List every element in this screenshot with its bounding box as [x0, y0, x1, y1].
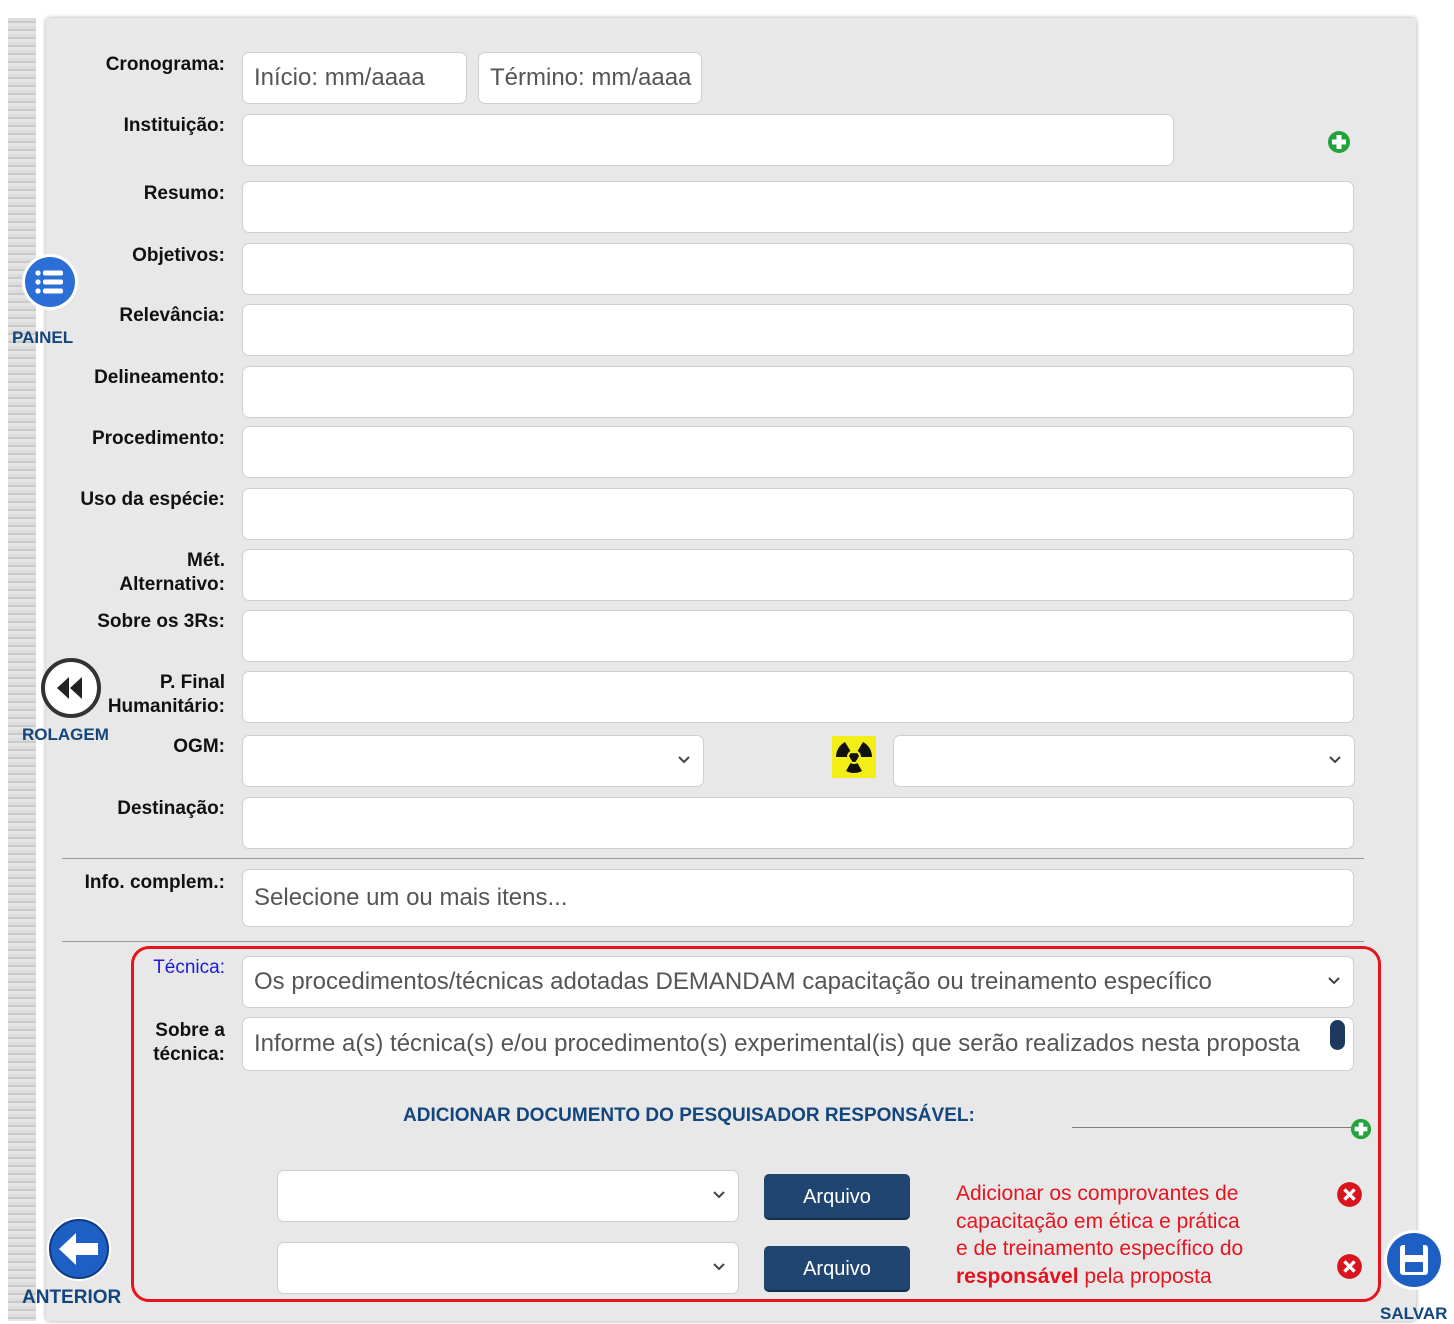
metodo-alternativo-input[interactable] [242, 549, 1354, 601]
painel-button[interactable]: PAINEL [12, 252, 94, 352]
procedimento-input[interactable] [242, 426, 1354, 478]
note-tail: pela proposta [1078, 1264, 1212, 1288]
save-icon [1384, 1230, 1444, 1290]
salvar-label: SALVAR [1380, 1304, 1448, 1323]
divider-2 [62, 941, 1364, 942]
sobre-tecnica-label-2: técnica: [153, 1044, 225, 1065]
destinacao-input[interactable] [242, 797, 1354, 849]
note-line-3: e de treinamento específico do [956, 1237, 1244, 1260]
add-documento-label: ADICIONAR DOCUMENTO DO PESQUISADOR RESPO… [403, 1105, 975, 1126]
arquivo-button-1[interactable]: Arquivo [764, 1174, 910, 1220]
arquivo-button-2[interactable]: Arquivo [764, 1246, 910, 1292]
salvar-button[interactable]: SALVAR [1374, 1228, 1454, 1323]
add-instituicao-icon[interactable] [1327, 130, 1351, 154]
met-alt-label-2: Alternativo: [119, 574, 225, 595]
note-bold: responsável [956, 1264, 1079, 1288]
chevron-down-icon [1328, 977, 1340, 985]
rolagem-button[interactable]: ROLAGEM [22, 655, 132, 750]
uso-especie-label: Uso da espécie: [80, 489, 225, 510]
arrow-left-icon [47, 1217, 111, 1281]
radiation-icon [832, 736, 876, 778]
objetivos-label: Objetivos: [132, 245, 225, 266]
tecnica-label: Técnica: [153, 957, 225, 978]
painel-label: PAINEL [12, 328, 74, 347]
ponto-final-input[interactable] [242, 671, 1354, 723]
sobre-tecnica-text: Informe a(s) técnica(s) e/ou procediment… [254, 1030, 1300, 1057]
note-line-1: Adicionar os comprovantes de [956, 1182, 1239, 1205]
chevron-down-icon [713, 1263, 725, 1271]
ogm-label: OGM: [173, 736, 225, 757]
sobre-3rs-input[interactable] [242, 610, 1354, 662]
ogm-select[interactable] [242, 735, 704, 787]
remove-documento-icon-2[interactable] [1336, 1253, 1363, 1280]
uso-especie-input[interactable] [242, 488, 1354, 540]
textarea-scrollbar[interactable] [1330, 1020, 1345, 1050]
anterior-label: ANTERIOR [22, 1287, 122, 1308]
delineamento-label: Delineamento: [94, 367, 225, 388]
info-complem-multiselect[interactable]: Selecione um ou mais itens... [242, 869, 1354, 927]
procedimento-label: Procedimento: [91, 428, 225, 449]
note-line-2: capacitação em ética e prática [956, 1209, 1240, 1233]
divider-1 [62, 858, 1364, 859]
list-icon [22, 254, 78, 310]
remove-documento-icon-1[interactable] [1336, 1181, 1363, 1208]
documento-tipo-select-2[interactable] [277, 1242, 739, 1294]
info-complem-label: Info. complem.: [84, 872, 225, 893]
resumo-label: Resumo: [143, 183, 225, 204]
instituicao-input[interactable] [242, 114, 1174, 166]
pfinal-label-1: P. Final [159, 672, 225, 693]
met-alt-label-1: Mét. [187, 550, 225, 571]
instituicao-label: Instituição: [123, 115, 225, 136]
relevancia-input[interactable] [242, 304, 1354, 356]
rolagem-label: ROLAGEM [22, 725, 109, 744]
destinacao-label: Destinação: [117, 798, 225, 819]
add-documento-icon[interactable] [1350, 1118, 1372, 1140]
cronograma-label: Cronograma: [105, 54, 225, 75]
delineamento-input[interactable] [242, 366, 1354, 418]
termino-input[interactable]: Término: mm/aaaa [478, 52, 702, 104]
documento-tipo-select-1[interactable] [277, 1170, 739, 1222]
ogm-secondary-select[interactable] [893, 735, 1355, 787]
chevron-down-icon [1329, 756, 1341, 764]
inicio-input[interactable]: Início: mm/aaaa [242, 52, 467, 104]
rewind-icon [41, 658, 101, 718]
anterior-button[interactable]: ANTERIOR [20, 1215, 140, 1315]
sobre-3rs-label: Sobre os 3Rs: [97, 611, 225, 632]
chevron-down-icon [713, 1191, 725, 1199]
relevancia-label: Relevância: [119, 305, 225, 326]
resumo-input[interactable] [242, 181, 1354, 233]
chevron-down-icon [678, 756, 690, 764]
note-line-4: responsável pela proposta [956, 1263, 1316, 1291]
tecnica-select[interactable]: Os procedimentos/técnicas adotadas DEMAN… [242, 956, 1354, 1008]
tecnica-selected-value: Os procedimentos/técnicas adotadas DEMAN… [254, 968, 1212, 995]
objetivos-input[interactable] [242, 243, 1354, 295]
documento-note: Adicionar os comprovantes de capacitação… [956, 1180, 1316, 1290]
sobre-tecnica-label-1: Sobre a [155, 1020, 225, 1041]
add-documento-line [1072, 1127, 1352, 1128]
sobre-tecnica-textarea[interactable]: Informe a(s) técnica(s) e/ou procediment… [242, 1017, 1354, 1071]
